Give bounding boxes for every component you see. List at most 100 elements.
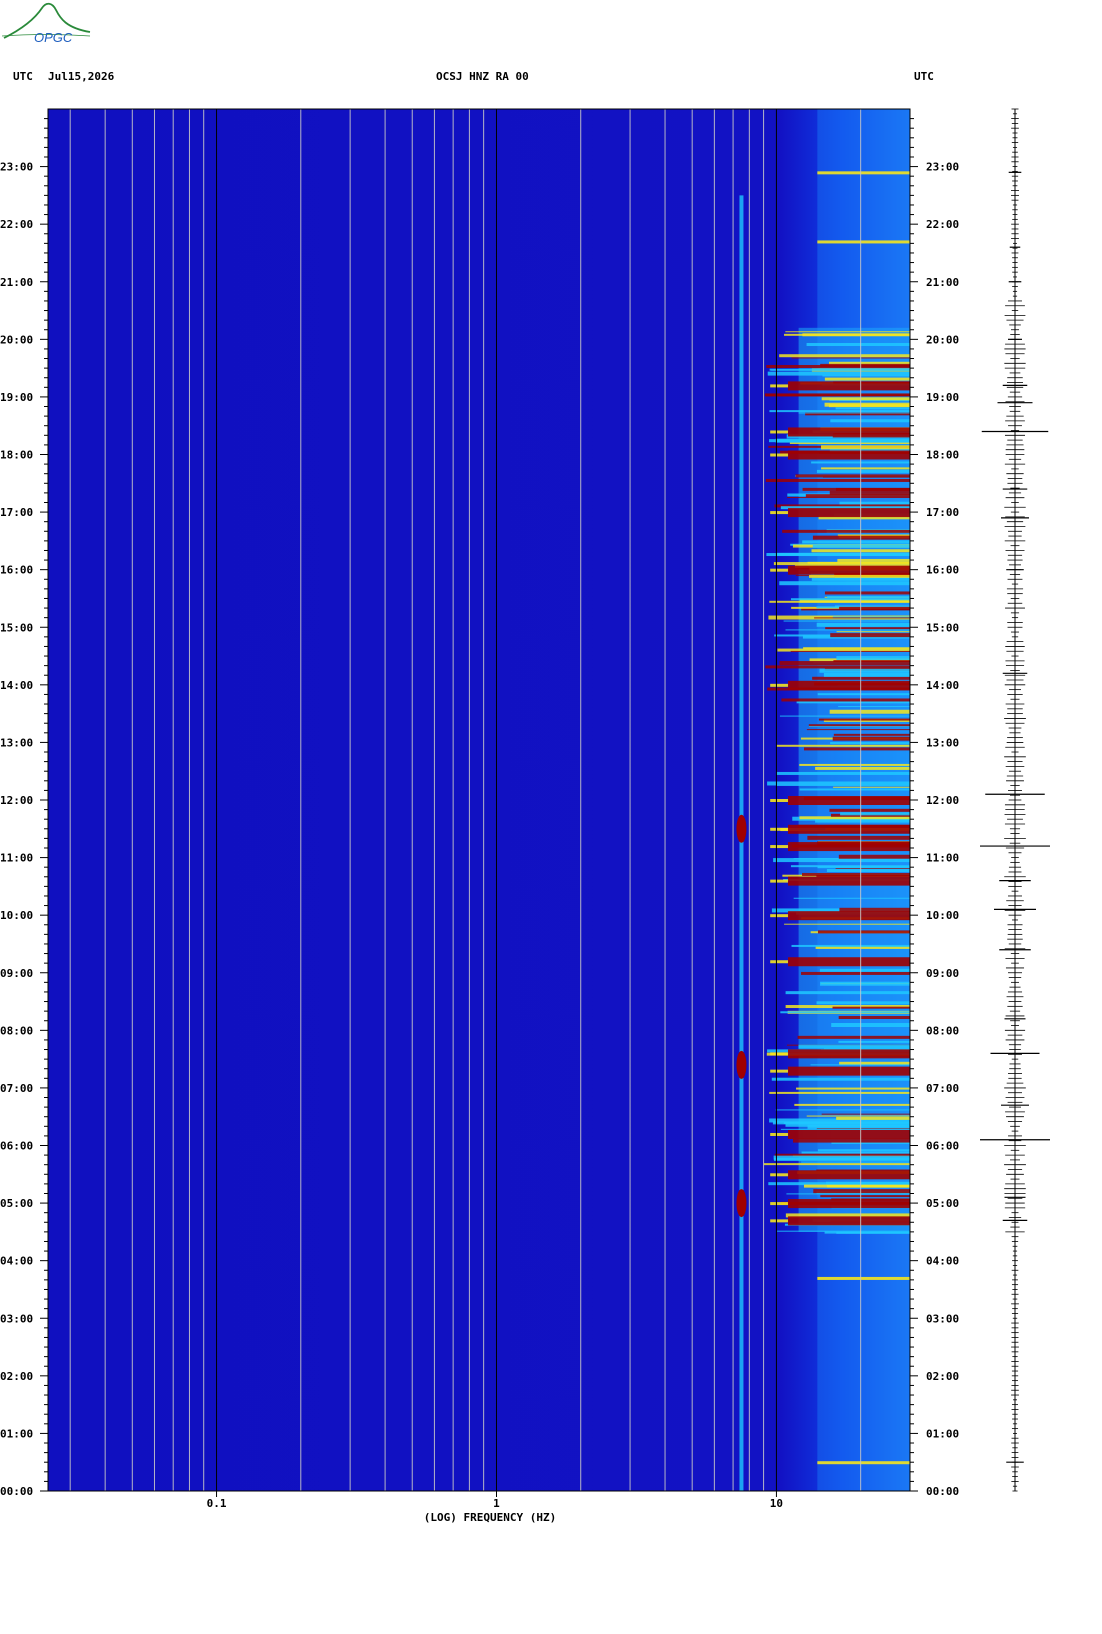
y-tick-label-right: 03:00	[926, 1312, 959, 1325]
energy-streak	[779, 354, 910, 358]
event-band-edge	[770, 511, 789, 515]
event-band-edge	[770, 914, 789, 918]
energy-streak	[824, 377, 910, 381]
y-tick-label-right: 08:00	[926, 1024, 959, 1037]
event-band-edge	[770, 879, 789, 883]
energy-streak	[802, 540, 910, 544]
energy-streak	[825, 627, 910, 630]
y-tick-label-left: 02:00	[0, 1370, 33, 1383]
energy-streak	[825, 1181, 910, 1185]
energy-streak	[829, 709, 910, 714]
y-tick-label-right: 09:00	[926, 967, 959, 980]
y-tick-label-right: 04:00	[926, 1255, 959, 1268]
energy-streak	[839, 606, 910, 610]
energy-streak	[776, 784, 910, 786]
strong-event-band	[788, 824, 910, 834]
event-band-edge	[770, 453, 789, 457]
y-tick-label-right: 10:00	[926, 909, 959, 922]
y-tick-label-right: 07:00	[926, 1082, 959, 1095]
energy-streak	[812, 535, 910, 540]
y-tick-label-right: 21:00	[926, 276, 959, 289]
energy-streak	[836, 1116, 910, 1120]
y-tick-label-right: 17:00	[926, 506, 959, 519]
y-tick-label-right: 05:00	[926, 1197, 959, 1210]
y-tick-label-right: 20:00	[926, 333, 959, 346]
y-tick-label-right: 13:00	[926, 736, 959, 749]
energy-streak	[835, 407, 910, 410]
energy-streak	[777, 1230, 910, 1232]
y-tick-label-left: 05:00	[0, 1197, 33, 1210]
energy-streak	[819, 668, 910, 673]
y-tick-label-right: 01:00	[926, 1427, 959, 1440]
energy-streak	[771, 1077, 910, 1081]
energy-streak	[818, 718, 910, 721]
energy-streak	[779, 715, 910, 717]
energy-streak	[801, 971, 910, 975]
y-tick-label-left: 07:00	[0, 1082, 33, 1095]
seismogram-trace	[980, 108, 1050, 1492]
event-band-edge	[770, 845, 789, 849]
energy-streak	[780, 1011, 910, 1014]
energy-streak	[829, 808, 910, 812]
energy-streak	[784, 923, 910, 925]
energy-streak	[823, 672, 910, 677]
y-tick-label-left: 10:00	[0, 909, 33, 922]
energy-streak	[820, 363, 910, 367]
energy-streak	[831, 1023, 910, 1028]
strong-event-band	[788, 1129, 910, 1139]
energy-streak	[808, 724, 910, 727]
y-tick-label-left: 14:00	[0, 679, 33, 692]
y-tick-label-left: 17:00	[0, 506, 33, 519]
energy-streak	[824, 402, 910, 407]
y-tick-label-left: 03:00	[0, 1312, 33, 1325]
energy-streak	[790, 650, 910, 652]
isolated-streak	[817, 171, 910, 175]
y-tick-label-right: 22:00	[926, 218, 959, 231]
energy-streak	[830, 742, 910, 745]
energy-streak	[830, 633, 910, 638]
energy-streak	[803, 647, 910, 650]
energy-streak	[796, 1087, 910, 1090]
y-tick-label-left: 11:00	[0, 852, 33, 865]
energy-streak	[806, 343, 910, 347]
energy-streak	[824, 1231, 910, 1234]
energy-streak	[799, 763, 910, 766]
energy-streak	[821, 467, 910, 470]
energy-streak	[833, 733, 910, 736]
energy-streak	[780, 1128, 910, 1130]
energy-streak	[783, 620, 910, 622]
energy-streak	[773, 1155, 910, 1160]
y-tick-label-left: 06:00	[0, 1140, 33, 1153]
energy-streak	[763, 1163, 910, 1166]
energy-streak	[769, 1091, 910, 1094]
y-tick-label-right: 23:00	[926, 161, 959, 174]
y-tick-label-right: 18:00	[926, 449, 959, 462]
energy-streak	[771, 369, 910, 371]
energy-streak	[816, 1001, 910, 1005]
energy-streak	[803, 1184, 910, 1188]
y-tick-label-right: 11:00	[926, 852, 959, 865]
x-tick-label: 1	[493, 1497, 500, 1510]
energy-streak	[836, 656, 910, 661]
y-tick-label-left: 13:00	[0, 736, 33, 749]
x-tick-label: 10	[770, 1497, 783, 1510]
energy-streak	[791, 357, 910, 359]
y-tick-label-right: 14:00	[926, 679, 959, 692]
energy-streak	[824, 591, 910, 595]
energy-streak	[801, 1151, 910, 1154]
y-tick-label-left: 20:00	[0, 333, 33, 346]
y-tick-label-left: 22:00	[0, 218, 33, 231]
energy-streak	[805, 494, 910, 498]
energy-streak	[809, 574, 910, 578]
energy-streak	[821, 397, 910, 401]
energy-streak	[839, 1061, 910, 1065]
y-tick-label-left: 18:00	[0, 449, 33, 462]
event-band-edge	[770, 683, 789, 687]
energy-streak	[776, 771, 910, 775]
event-band-edge	[770, 960, 789, 964]
energy-streak	[767, 371, 910, 376]
persistent-spectral-line	[739, 195, 744, 1491]
energy-streak	[775, 1109, 910, 1111]
y-tick-label-right: 06:00	[926, 1140, 959, 1153]
energy-streak	[798, 412, 910, 414]
